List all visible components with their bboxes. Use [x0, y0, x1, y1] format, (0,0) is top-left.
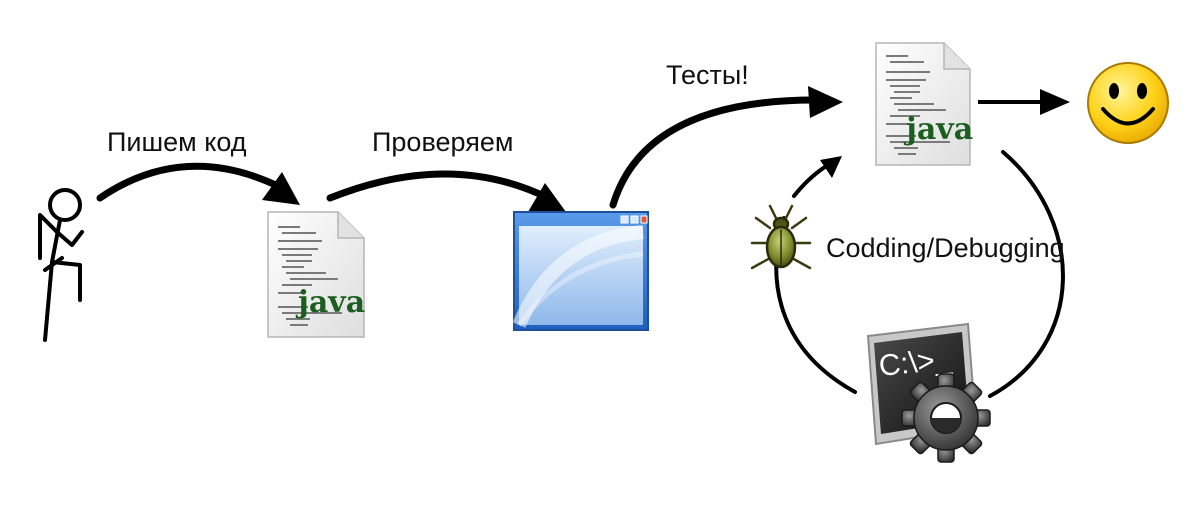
label-check: Проверяем [372, 127, 513, 157]
bug-icon [750, 204, 812, 270]
label-coding-debugging: Codding/Debugging [826, 233, 1065, 263]
label-tests: Тесты! [666, 60, 749, 90]
java-label: java [295, 285, 365, 320]
smiley-face-icon [1087, 62, 1169, 144]
workflow-diagram: Пишем код java Проверяем Тесты! java Cod… [38, 42, 1169, 463]
stick-figure-icon [38, 188, 84, 342]
arrow-write-code [96, 162, 300, 205]
arrow-done [978, 89, 1070, 115]
terminal-gear-icon: C:\>_ [866, 322, 991, 463]
java-file-icon: java [267, 211, 365, 338]
java-file-icon-top: java [875, 42, 973, 166]
gear-icon [901, 373, 991, 463]
java-label-top: java [903, 112, 973, 147]
label-write-code: Пишем код [107, 127, 247, 157]
browser-window-icon [512, 211, 649, 331]
arrow-tests [609, 86, 843, 209]
arrow-check [326, 170, 566, 212]
